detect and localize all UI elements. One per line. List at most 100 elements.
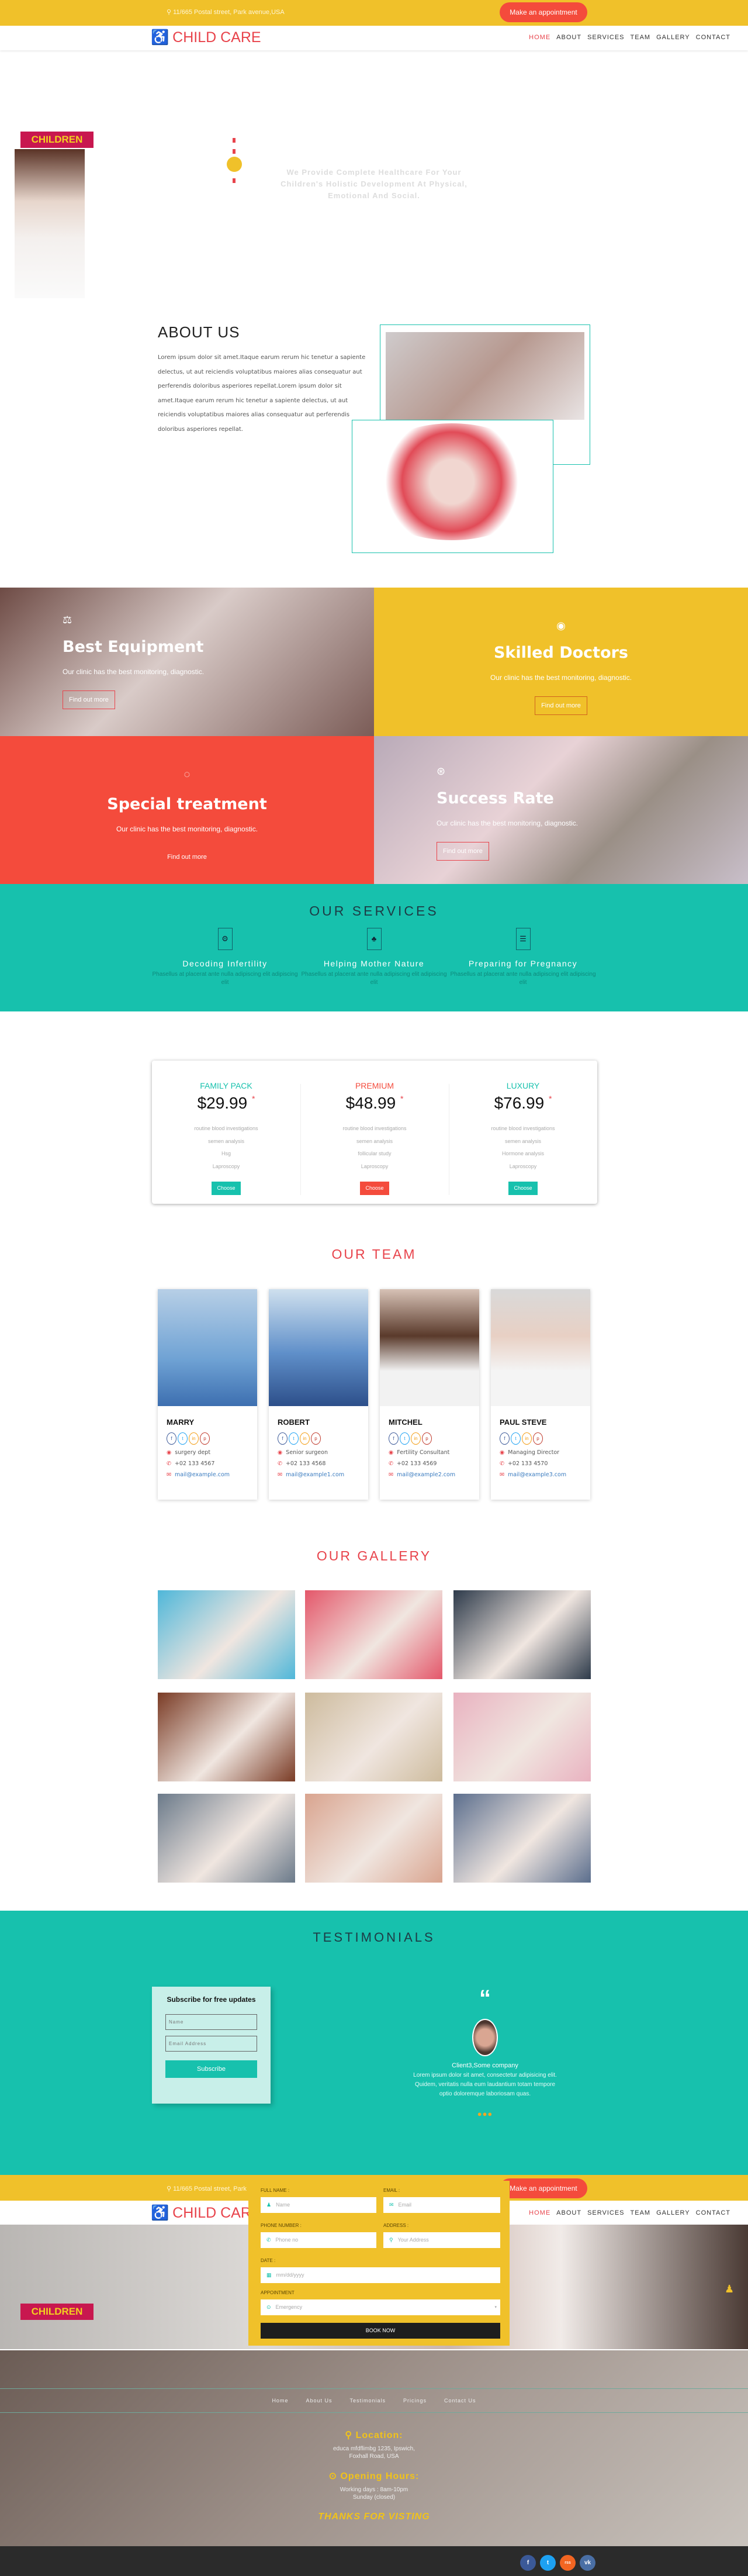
footer-link-about[interactable]: About Us: [306, 2398, 332, 2404]
find-out-more-button[interactable]: Find out more: [63, 690, 115, 709]
logo[interactable]: ♿ CHILD CARE: [151, 29, 261, 46]
name-input[interactable]: [165, 2014, 257, 2030]
twitter-icon[interactable]: t: [289, 1432, 299, 1445]
subscribe-button[interactable]: Subscribe: [165, 2060, 257, 2078]
nav-team[interactable]: TEAM: [631, 2209, 651, 2216]
pinterest-icon[interactable]: p: [200, 1432, 210, 1445]
team-photo: [269, 1289, 368, 1406]
appointment-select[interactable]: ⊙ Emergency ▾: [261, 2299, 500, 2315]
team-photo: [380, 1289, 479, 1406]
slider-dot[interactable]: [233, 149, 236, 154]
member-name: MITCHEL: [389, 1418, 423, 1427]
gallery-image[interactable]: [305, 1693, 442, 1781]
gallery-image[interactable]: [305, 1794, 442, 1883]
nav-home[interactable]: HOME: [529, 34, 550, 41]
footer-link-pricings[interactable]: Pricings: [403, 2398, 427, 2404]
linkedin-icon[interactable]: in: [522, 1432, 532, 1445]
nav-contact[interactable]: CONTACT: [696, 2209, 730, 2216]
twitter-icon[interactable]: t: [511, 1432, 521, 1445]
slider-dot-active[interactable]: [227, 157, 242, 172]
phone-input[interactable]: ✆ Phone no: [261, 2232, 376, 2248]
label: FULL NAME :: [261, 2188, 290, 2193]
facebook-icon[interactable]: f: [500, 1432, 510, 1445]
price-value: $48.99: [345, 1094, 396, 1112]
find-out-more-button[interactable]: Find out more: [161, 848, 213, 866]
pinterest-icon[interactable]: p: [533, 1432, 543, 1445]
nav-gallery[interactable]: GALLERY: [656, 2209, 690, 2216]
map-pin-icon: ⚲: [167, 2185, 174, 2192]
nav-about[interactable]: ABOUT: [556, 2209, 581, 2216]
member-email[interactable]: ✉ mail@example3.com: [500, 1472, 590, 1478]
gallery-image[interactable]: [453, 1693, 591, 1781]
nav-gallery[interactable]: GALLERY: [656, 34, 690, 41]
rss-icon[interactable]: rss: [560, 2555, 576, 2571]
member-email[interactable]: ✉ mail@example.com: [167, 1472, 257, 1478]
member-phone: ✆ +02 133 4570: [500, 1460, 548, 1467]
footer-nav: Home About Us Testimonials Pricings Cont…: [0, 2388, 748, 2413]
gallery-image[interactable]: [158, 1794, 295, 1883]
gallery-image[interactable]: [158, 1590, 295, 1679]
gallery-title: OUR GALLERY: [316, 1548, 432, 1563]
full-name-input[interactable]: ♟ Name: [261, 2197, 376, 2213]
twitter-icon[interactable]: t: [178, 1432, 188, 1445]
nav-services[interactable]: SERVICES: [587, 2209, 624, 2216]
member-email[interactable]: ✉ mail@example2.com: [389, 1472, 479, 1478]
find-out-more-button[interactable]: Find out more: [437, 842, 489, 861]
service-title: Preparing for Pregnancy: [468, 959, 578, 968]
footer-link-testimonials[interactable]: Testimonials: [349, 2398, 386, 2404]
linkedin-icon[interactable]: in: [300, 1432, 310, 1445]
facebook-icon[interactable]: f: [520, 2555, 536, 2571]
pinterest-icon[interactable]: p: [311, 1432, 321, 1445]
plan-price: $29.99 *: [152, 1094, 300, 1113]
appointment-button[interactable]: Make an appointment: [500, 2, 587, 22]
vk-icon[interactable]: vk: [580, 2555, 595, 2571]
email-input[interactable]: ✉ Email: [383, 2197, 500, 2213]
address-input[interactable]: ⚲ Your Address: [383, 2232, 500, 2248]
phone-icon: ✆: [500, 1460, 504, 1467]
twitter-icon[interactable]: t: [540, 2555, 556, 2571]
plan-price: $76.99 *: [449, 1094, 597, 1113]
gallery-image[interactable]: [305, 1590, 442, 1679]
linkedin-icon[interactable]: in: [411, 1432, 421, 1445]
nav-contact[interactable]: CONTACT: [696, 34, 730, 41]
user-icon: ◉: [556, 620, 566, 631]
about-title: ABOUT US: [158, 323, 240, 341]
label: PHONE NUMBER :: [261, 2223, 302, 2228]
nav-about[interactable]: ABOUT: [556, 34, 581, 41]
facebook-icon[interactable]: f: [389, 1432, 399, 1445]
about-text: Lorem ipsum dolor sit amet.Itaque earum …: [158, 354, 366, 433]
wheelchair-icon: ♿: [151, 29, 169, 46]
calendar-icon: ▦: [266, 2272, 272, 2278]
gallery-image[interactable]: [453, 1590, 591, 1679]
appointment-button[interactable]: Make an appointment: [500, 2178, 587, 2198]
book-now-button[interactable]: BOOK NOW: [261, 2323, 500, 2339]
member-phone: ✆ +02 133 4569: [389, 1460, 437, 1467]
footer-link-contact[interactable]: Contact Us: [444, 2398, 476, 2404]
find-out-more-button[interactable]: Find out more: [535, 696, 587, 715]
nav-services[interactable]: SERVICES: [587, 34, 624, 41]
nav-team[interactable]: TEAM: [631, 34, 651, 41]
map-pin-icon: ⚲: [389, 2237, 393, 2243]
carousel-dots[interactable]: ●●●: [397, 2109, 573, 2118]
footer-link-home[interactable]: Home: [272, 2398, 288, 2404]
nav-home[interactable]: HOME: [529, 2209, 550, 2216]
email-input[interactable]: [165, 2036, 257, 2052]
gallery-image[interactable]: [453, 1794, 591, 1883]
choose-plan-button[interactable]: Choose Plan: [360, 1182, 389, 1204]
slider-dot[interactable]: [233, 178, 236, 183]
linkedin-icon[interactable]: in: [189, 1432, 199, 1445]
choose-plan-button[interactable]: Choose Plan: [508, 1182, 538, 1204]
pinterest-icon[interactable]: p: [422, 1432, 432, 1445]
location-line: Foxhall Road, USA: [349, 2453, 399, 2460]
choose-plan-button[interactable]: Choose Plan: [212, 1182, 241, 1204]
date-input[interactable]: ▦ mm/dd/yyyy: [261, 2267, 500, 2283]
top-bar: ⚲ 11/665 Postal street, Park avenue,USA …: [0, 0, 748, 26]
facebook-icon[interactable]: f: [167, 1432, 176, 1445]
twitter-icon[interactable]: t: [400, 1432, 410, 1445]
slider-dot[interactable]: [233, 138, 236, 143]
gallery-image[interactable]: [158, 1693, 295, 1781]
chevron-down-icon: ▾: [494, 2305, 497, 2309]
logo[interactable]: ♿ CHILD CARE: [151, 2205, 261, 2222]
member-email[interactable]: ✉ mail@example1.com: [278, 1472, 368, 1478]
facebook-icon[interactable]: f: [278, 1432, 288, 1445]
